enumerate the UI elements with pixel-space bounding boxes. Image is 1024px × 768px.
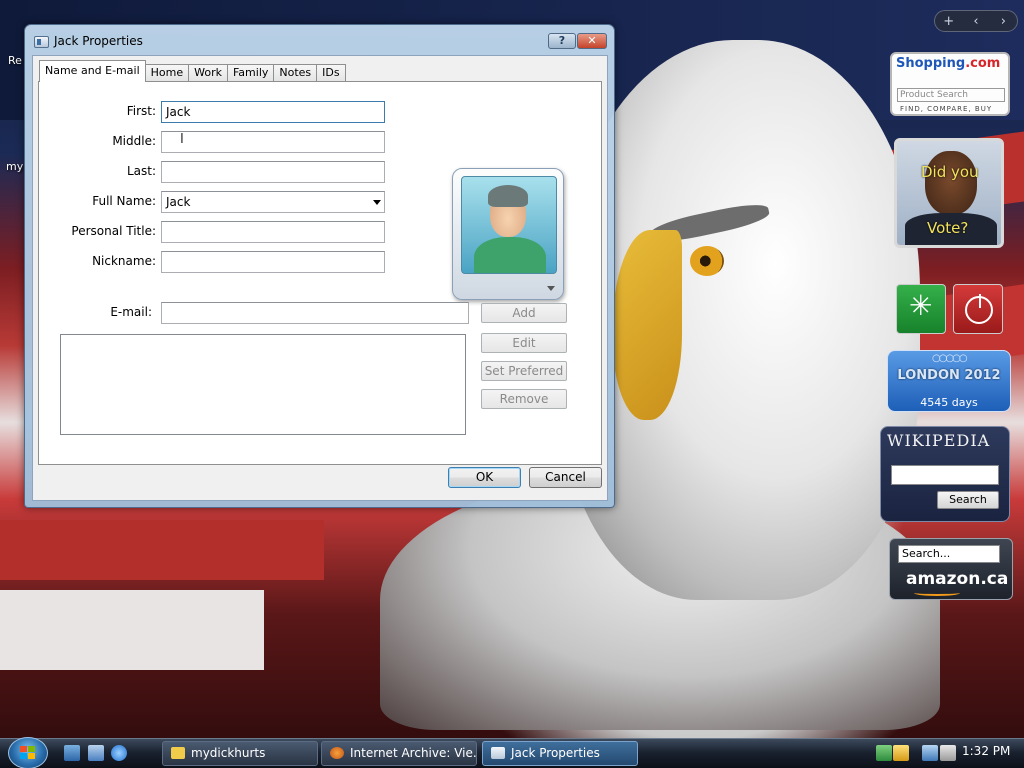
power-icon	[965, 294, 993, 324]
wikipedia-title: WIKIPEDIA	[887, 431, 991, 450]
text-cursor-icon: I	[180, 132, 184, 147]
nickname-label: Nickname:	[92, 254, 156, 268]
slideshow-gadget[interactable]: Did you Vote?	[894, 138, 1004, 248]
shopping-gadget: Shopping.com Product Search FIND, COMPAR…	[890, 52, 1010, 116]
avatar-body	[474, 237, 546, 273]
sidebar-controls: + ‹ ›	[934, 10, 1018, 32]
personal-title-label: Personal Title:	[71, 224, 156, 238]
start-button[interactable]	[8, 737, 48, 768]
chevron-down-icon[interactable]	[373, 200, 381, 205]
email-list[interactable]	[60, 334, 466, 435]
tab-ids[interactable]: IDs	[316, 64, 346, 82]
nickname-field[interactable]	[161, 251, 385, 273]
last-name-field[interactable]	[161, 161, 385, 183]
middle-name-field[interactable]	[161, 131, 385, 153]
full-name-dropdown[interactable]: Jack	[161, 191, 385, 213]
edit-email-button[interactable]: Edit	[481, 333, 567, 353]
email-field[interactable]	[161, 302, 469, 324]
desktop-icon-label[interactable]: Re	[8, 54, 22, 67]
set-preferred-button[interactable]: Set Preferred	[481, 361, 567, 381]
shopping-tagline: FIND, COMPARE, BUY	[900, 105, 993, 113]
taskbar-item-properties[interactable]: Jack Properties	[482, 741, 638, 766]
switch-windows-icon[interactable]	[88, 745, 104, 761]
internet-explorer-icon[interactable]	[111, 745, 127, 761]
green-burst-gadget[interactable]: ✳	[896, 284, 946, 334]
taskbar-item-browser[interactable]: Internet Archive: Vie...	[321, 741, 477, 766]
security-tray-icon[interactable]	[876, 745, 892, 761]
flag-stripe	[0, 520, 324, 580]
contact-icon	[491, 747, 505, 759]
ok-button[interactable]: OK	[448, 467, 521, 488]
help-button[interactable]: ?	[548, 33, 576, 49]
contact-avatar	[461, 176, 557, 274]
tab-name-and-email[interactable]: Name and E-mail	[39, 60, 146, 82]
countdown-title: LONDON 2012	[897, 368, 1001, 383]
show-desktop-icon[interactable]	[64, 745, 80, 761]
power-gadget[interactable]	[953, 284, 1003, 334]
title-bar[interactable]: Jack Properties ? ✕	[25, 25, 614, 55]
folder-icon	[171, 747, 185, 759]
clock[interactable]: 1:32 PM	[962, 744, 1010, 758]
network-icon[interactable]	[922, 745, 938, 761]
close-button[interactable]: ✕	[577, 33, 607, 49]
contact-photo[interactable]	[452, 168, 564, 300]
portrait-face	[925, 151, 977, 215]
countdown-days: 4545 days	[920, 396, 978, 409]
personal-title-field[interactable]	[161, 221, 385, 243]
last-name-label: Last:	[126, 164, 156, 178]
add-gadget-button[interactable]: +	[935, 14, 962, 29]
tab-home[interactable]: Home	[144, 64, 190, 82]
desktop-icon-label[interactable]: my	[6, 160, 23, 173]
taskbar-item-folder[interactable]: mydickhurts	[162, 741, 318, 766]
slideshow-caption-top: Did you	[921, 163, 979, 181]
first-name-label: First:	[126, 104, 156, 118]
product-search-input[interactable]: Product Search	[897, 88, 1005, 102]
olympic-rings-icon: ○○○○○	[932, 353, 968, 364]
avatar-hair	[488, 185, 528, 207]
full-name-label: Full Name:	[92, 194, 156, 208]
first-name-field[interactable]: Jack	[161, 101, 385, 123]
contact-card-icon	[34, 36, 49, 48]
middle-name-label: Middle:	[112, 134, 156, 148]
email-label: E-mail:	[110, 305, 152, 319]
volume-muted-icon[interactable]	[940, 745, 956, 761]
flag-stripe	[0, 590, 264, 670]
tab-family[interactable]: Family	[226, 64, 275, 82]
wikipedia-search-button[interactable]: Search	[937, 491, 999, 509]
eagle-eye	[690, 246, 724, 276]
taskbar-item-label: Internet Archive: Vie...	[350, 746, 477, 760]
taskbar-item-label: mydickhurts	[191, 746, 266, 760]
wikipedia-gadget: WIKIPEDIA Search	[880, 426, 1010, 522]
taskbar-item-label: Jack Properties	[511, 746, 600, 760]
amazon-logo[interactable]: amazon.ca	[906, 569, 1008, 589]
london-countdown-gadget[interactable]: ○○○○○ LONDON 2012 4545 days	[887, 350, 1011, 412]
next-page-button[interactable]: ›	[990, 14, 1017, 29]
firefox-icon	[330, 747, 344, 759]
photo-menu-arrow-icon[interactable]	[547, 286, 555, 291]
previous-page-button[interactable]: ‹	[962, 14, 989, 29]
full-name-value: Jack	[166, 195, 191, 209]
amazon-search-input[interactable]: Search...	[898, 545, 1000, 563]
add-email-button[interactable]: Add	[481, 303, 567, 323]
amazon-gadget: Search... amazon.ca	[889, 538, 1013, 600]
window-title: Jack Properties	[54, 34, 143, 48]
amazon-smile-icon	[914, 590, 960, 596]
cancel-button[interactable]: Cancel	[529, 467, 602, 488]
windows-logo-icon	[20, 746, 36, 760]
tab-strip: Name and E-mail Home Work Family Notes I…	[39, 60, 346, 82]
tab-work[interactable]: Work	[188, 64, 228, 82]
update-tray-icon[interactable]	[893, 745, 909, 761]
wikipedia-search-input[interactable]	[891, 465, 999, 485]
contact-properties-window: Jack Properties ? ✕ Name and E-mail Home…	[24, 24, 615, 508]
tab-notes[interactable]: Notes	[273, 64, 318, 82]
burst-icon: ✳	[909, 289, 933, 322]
shopping-logo[interactable]: Shopping.com	[896, 56, 1000, 71]
remove-email-button[interactable]: Remove	[481, 389, 567, 409]
slideshow-caption-bottom: Vote?	[927, 219, 969, 237]
